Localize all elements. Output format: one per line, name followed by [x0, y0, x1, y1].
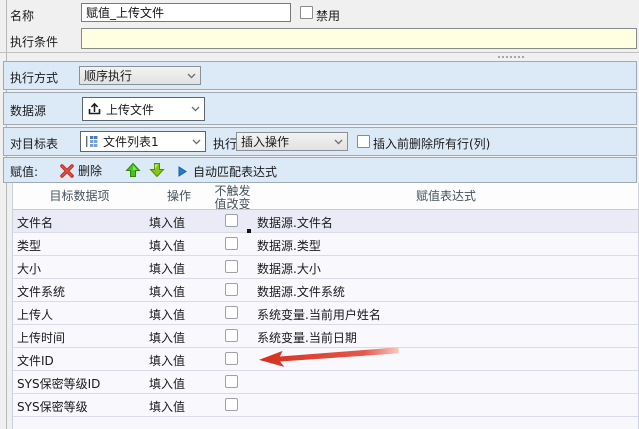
row-item: 文件ID [17, 354, 54, 368]
name-label: 名称 [10, 9, 35, 23]
datasource-label: 数据源 [10, 104, 47, 118]
datasource-value: 上传文件 [106, 102, 155, 117]
delete-x-icon [59, 163, 75, 179]
play-icon [178, 166, 187, 177]
table-icon [85, 135, 99, 148]
delete-before-insert-label: 插入前删除所有行(列) [373, 137, 491, 151]
move-down-button[interactable] [149, 162, 165, 178]
row-expr[interactable]: 数据源.文件系统 [257, 283, 345, 300]
row-expr[interactable]: 系统变量.当前日期 [257, 329, 357, 346]
exec-mode-section: 执行方式 顺序执行 [3, 61, 637, 90]
target-table-section: 对目标表 文件列表1 执行 插入操作 插入前删除所有行(列) [3, 127, 637, 156]
auto-match-button[interactable]: 自动匹配表达式 [178, 163, 277, 180]
row-no-trigger-checkbox[interactable] [225, 329, 238, 342]
table-row[interactable]: 文件名 填入值 数据源.文件名 [13, 210, 638, 233]
header-operation[interactable]: 操作 [147, 190, 211, 203]
exec-label: 执行 [213, 137, 238, 151]
row-item: SYS保密等级 [17, 400, 88, 414]
row-op: 填入值 [149, 331, 186, 345]
move-up-icon [125, 162, 141, 178]
row-no-trigger-checkbox[interactable] [225, 283, 238, 296]
datasource-section: 数据源 上传文件 [3, 92, 637, 125]
chevron-down-icon [192, 139, 201, 145]
assignment-action-dialog: { "form": { "name_label": "名称", "name_va… [0, 0, 639, 429]
row-no-trigger-checkbox[interactable] [225, 352, 238, 365]
table-row[interactable]: 上传时间 填入值 系统变量.当前日期 [13, 325, 638, 348]
delete-button-label: 删除 [78, 164, 103, 178]
row-op: 填入值 [149, 262, 186, 276]
exec-op-value: 插入操作 [241, 135, 290, 149]
chevron-down-icon [334, 139, 343, 145]
target-table-dropdown[interactable]: 文件列表1 [80, 131, 206, 152]
table-row[interactable]: SYS保密等级ID 填入值 [13, 371, 638, 394]
auto-match-label: 自动匹配表达式 [193, 165, 278, 179]
move-up-button[interactable] [125, 162, 141, 178]
row-item: 大小 [17, 262, 42, 276]
header-no-trigger[interactable]: 不触发 值改变 [212, 185, 253, 210]
header-expression[interactable]: 赋值表达式 [254, 190, 638, 203]
row-item: SYS保密等级ID [17, 377, 101, 391]
upload-icon [87, 102, 102, 116]
condition-label: 执行条件 [10, 35, 59, 49]
row-item: 类型 [17, 239, 42, 253]
row-item: 文件系统 [17, 285, 66, 299]
exec-mode-dropdown[interactable]: 顺序执行 [79, 66, 201, 85]
assign-toolbar: 赋值: 删除 自动匹配表达式 [3, 157, 637, 183]
name-input[interactable] [81, 3, 291, 22]
delete-before-insert-checkbox[interactable] [357, 135, 370, 148]
splitter-grip[interactable] [498, 56, 524, 58]
row-no-trigger-checkbox[interactable] [225, 398, 238, 411]
row-expr[interactable]: 系统变量.当前用户姓名 [257, 306, 381, 323]
table-row[interactable]: 大小 填入值 数据源.大小 [13, 256, 638, 279]
row-op: 填入值 [149, 308, 186, 322]
row-item: 上传人 [17, 308, 54, 322]
delete-button[interactable]: 删除 [59, 162, 102, 179]
row-expr[interactable]: 数据源.类型 [257, 237, 321, 254]
table-row[interactable]: SYS保密等级 填入值 [13, 394, 638, 417]
row-op: 填入值 [149, 285, 186, 299]
row-item: 文件名 [17, 216, 54, 230]
exec-mode-value: 顺序执行 [84, 69, 133, 83]
table-row[interactable]: 文件系统 填入值 数据源.文件系统 [13, 279, 638, 302]
table-row[interactable]: 上传人 填入值 系统变量.当前用户姓名 [13, 302, 638, 325]
row-op: 填入值 [149, 400, 186, 414]
assign-label: 赋值: [10, 165, 39, 179]
row-no-trigger-checkbox[interactable] [225, 214, 238, 227]
exec-op-dropdown[interactable]: 插入操作 [236, 132, 348, 151]
chevron-down-icon [191, 106, 200, 112]
chevron-down-icon [187, 73, 196, 79]
move-down-icon [149, 162, 165, 178]
row-expr[interactable]: 数据源.文件名 [257, 214, 333, 231]
datasource-dropdown[interactable]: 上传文件 [82, 97, 205, 121]
row-op: 填入值 [149, 216, 186, 230]
row-no-trigger-checkbox[interactable] [225, 375, 238, 388]
grid-cell-fill-handle[interactable] [247, 229, 251, 233]
row-no-trigger-checkbox[interactable] [225, 237, 238, 250]
condition-input[interactable] [81, 28, 637, 49]
grid-header-row: 目标数据项 操作 不触发 值改变 赋值表达式 [13, 183, 638, 210]
target-table-label: 对目标表 [10, 137, 59, 151]
row-no-trigger-checkbox[interactable] [225, 306, 238, 319]
exec-mode-label: 执行方式 [10, 71, 59, 85]
row-item: 上传时间 [17, 331, 66, 345]
row-op: 填入值 [149, 377, 186, 391]
row-op: 填入值 [149, 354, 186, 368]
row-no-trigger-checkbox[interactable] [225, 260, 238, 273]
disable-label: 禁用 [316, 9, 341, 23]
table-row[interactable]: 类型 填入值 数据源.类型 [13, 233, 638, 256]
header-target-item[interactable]: 目标数据项 [13, 190, 146, 203]
row-op: 填入值 [149, 239, 186, 253]
section-divider [0, 52, 639, 53]
row-expr[interactable]: 数据源.大小 [257, 260, 321, 277]
target-table-value: 文件列表1 [103, 135, 159, 149]
disable-checkbox[interactable] [300, 6, 313, 19]
assignment-grid: 目标数据项 操作 不触发 值改变 赋值表达式 文件名 填入值 数据源.文件名 类… [12, 183, 639, 429]
